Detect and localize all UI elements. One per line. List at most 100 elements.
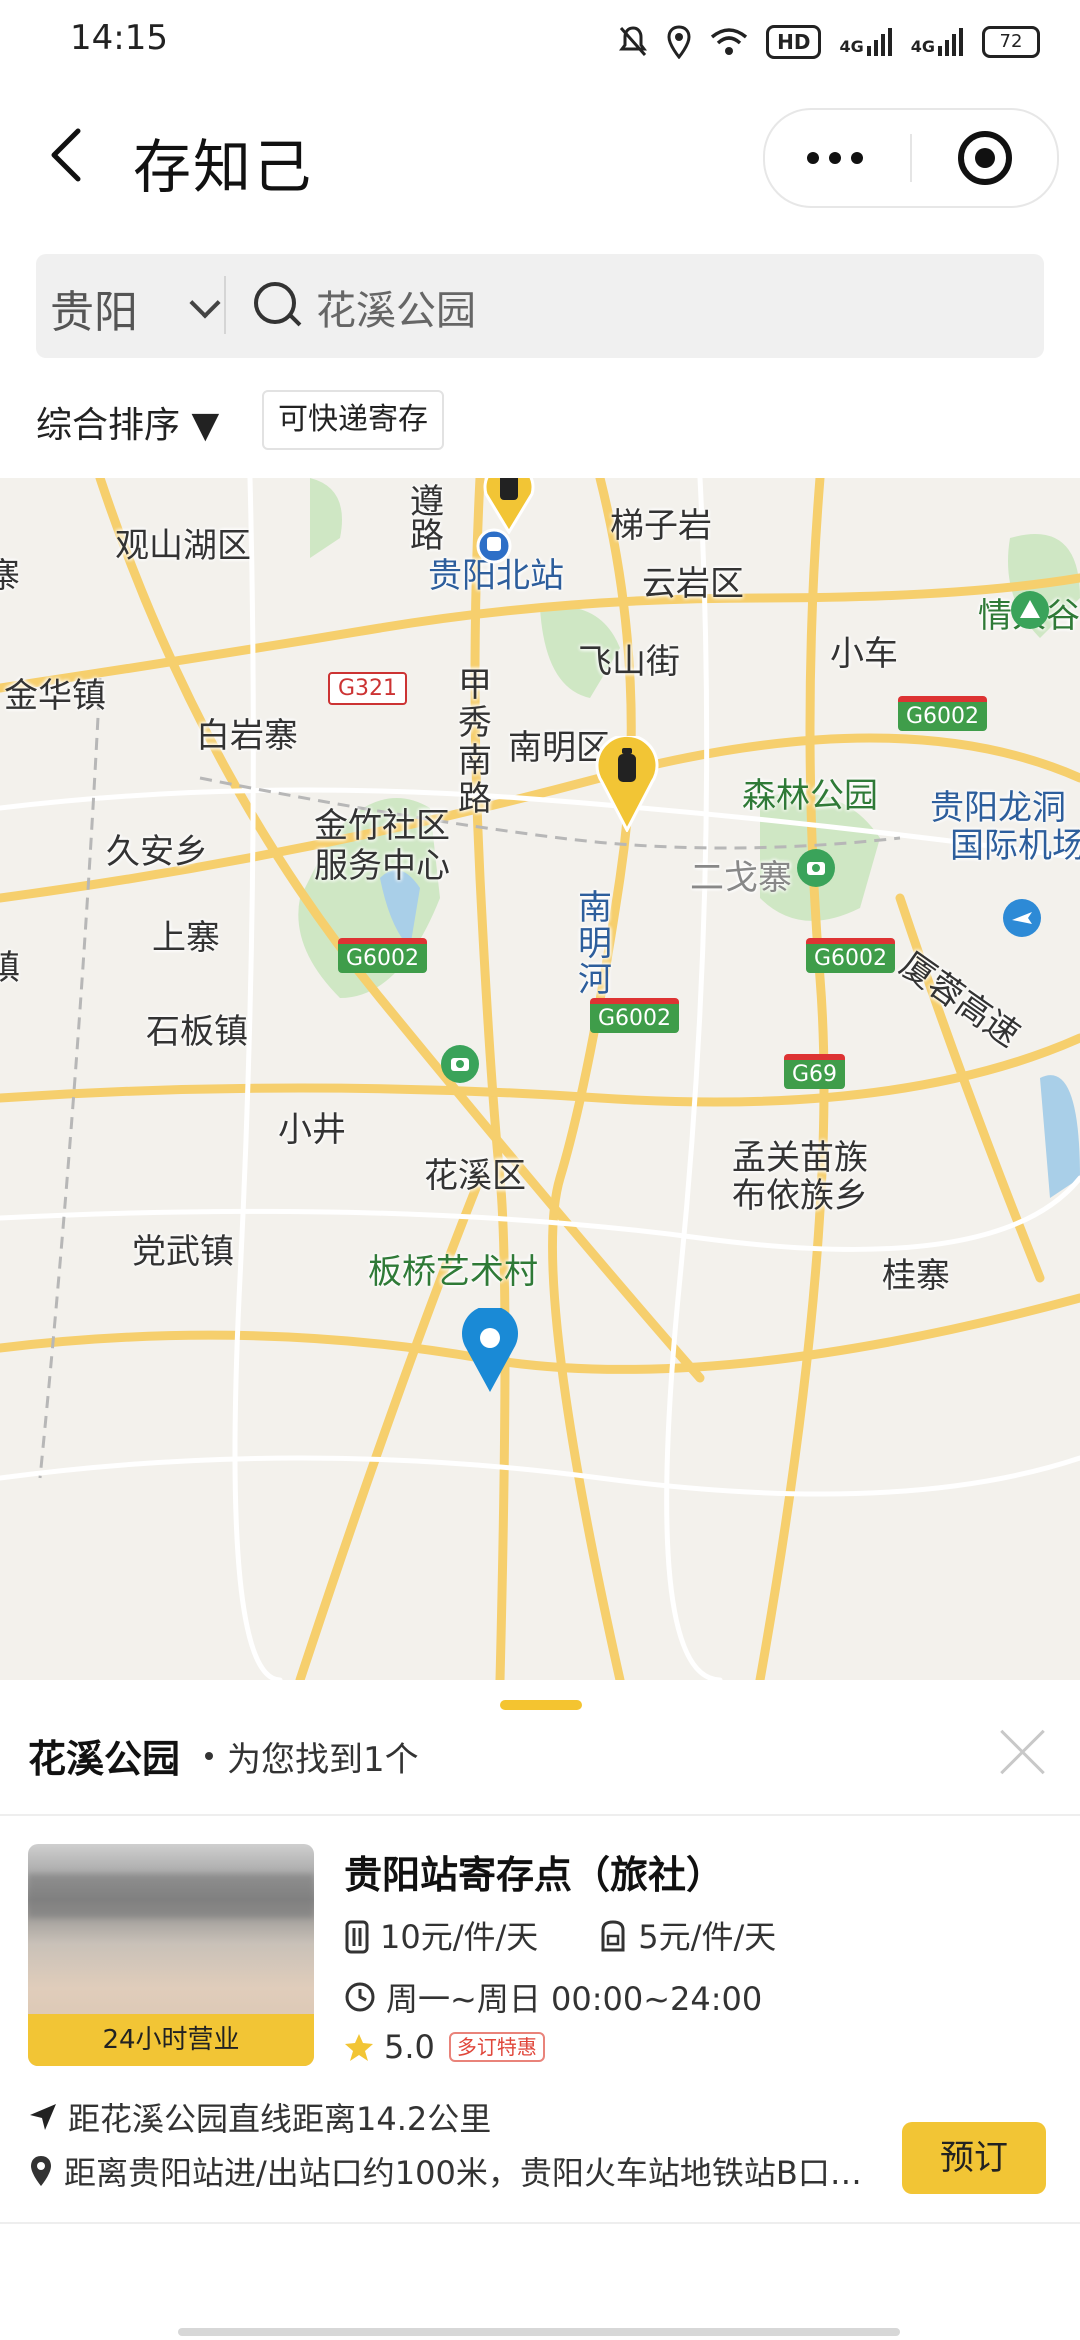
status-time: 14:15 bbox=[70, 18, 168, 58]
road-shield: G6002 bbox=[898, 696, 988, 731]
mini-program-capsule bbox=[763, 108, 1059, 208]
net-type-1: 4G bbox=[839, 37, 864, 56]
search-icon bbox=[254, 282, 296, 324]
results-sheet: 花溪公园 为您找到1个 24小时营业 贵阳站寄存点（旅社） 10元/件/天 5元… bbox=[0, 1682, 1080, 2340]
map-label: 二戈寨 bbox=[690, 858, 792, 898]
luggage-large-icon bbox=[345, 1920, 369, 1954]
signal-bars-icon bbox=[938, 28, 963, 56]
map-label: 镇 bbox=[0, 948, 20, 988]
search-divider bbox=[224, 276, 226, 334]
navigation-arrow-icon bbox=[30, 2104, 56, 2130]
target-icon[interactable] bbox=[958, 131, 1012, 185]
sort-dropdown[interactable]: 综合排序 ▼ bbox=[36, 396, 219, 448]
road-shield: G6002 bbox=[806, 938, 896, 973]
map-label: 桂寨 bbox=[882, 1256, 950, 1296]
divider bbox=[0, 2222, 1080, 2224]
city-selector[interactable]: 贵阳 bbox=[50, 276, 138, 340]
store-thumbnail[interactable]: 24小时营业 bbox=[28, 1844, 314, 2066]
road-shield: G6002 bbox=[338, 938, 428, 973]
map-label: 小车 bbox=[830, 634, 898, 674]
map-label: 上寨 bbox=[152, 918, 220, 958]
more-dots-icon[interactable] bbox=[807, 152, 863, 164]
thumbnail-blur bbox=[28, 1874, 314, 1918]
chevron-down-icon[interactable] bbox=[189, 287, 221, 319]
map-label: 小井 bbox=[278, 1110, 346, 1150]
result-count: 为您找到1个 bbox=[227, 1740, 419, 1780]
road-shield: G69 bbox=[784, 1054, 846, 1089]
scenic-icon bbox=[441, 1045, 479, 1083]
open-hours-badge: 24小时营业 bbox=[28, 2014, 314, 2066]
divider bbox=[0, 1814, 1080, 1816]
airport-icon bbox=[1003, 899, 1041, 937]
map-label: 南明河 bbox=[578, 888, 612, 1000]
signal-bars-icon bbox=[866, 28, 892, 56]
capsule-divider bbox=[910, 134, 912, 182]
backpack-icon bbox=[601, 1920, 625, 1952]
result-place: 花溪公园 bbox=[28, 1737, 181, 1781]
gesture-bar[interactable] bbox=[178, 2328, 900, 2336]
map-label: 服务中心 bbox=[314, 846, 450, 886]
map-label: 久安乡 bbox=[106, 832, 208, 872]
rating-value: 5.0 bbox=[384, 2028, 435, 2066]
location-icon bbox=[667, 25, 691, 59]
page-title: 存知己 bbox=[133, 133, 314, 201]
map-label: 路 bbox=[410, 516, 444, 556]
wifi-icon bbox=[711, 28, 748, 55]
train-station-icon bbox=[476, 528, 512, 564]
map-label: 布依族乡 bbox=[732, 1176, 868, 1216]
price-row: 10元/件/天 5元/件/天 bbox=[344, 1912, 776, 1958]
map-label: 云岩区 bbox=[642, 564, 744, 604]
close-icon[interactable] bbox=[1000, 1728, 1046, 1774]
map-view[interactable]: 观山湖区 梯子岩 贵阳北站 云岩区 小车 情人谷 金华镇 白岩寨 甲秀南路 飞山… bbox=[0, 478, 1080, 1680]
scenic-icon bbox=[1011, 591, 1049, 629]
express-storage-filter[interactable]: 可快递寄存 bbox=[262, 390, 444, 450]
mute-bell-icon bbox=[619, 26, 648, 56]
clock-icon bbox=[345, 1982, 375, 2012]
road-shield: G321 bbox=[328, 672, 408, 705]
map-roads bbox=[0, 478, 1080, 1680]
map-label: 寨 bbox=[0, 556, 20, 596]
map-label: 白岩寨 bbox=[196, 716, 298, 756]
book-button[interactable]: 预订 bbox=[902, 2122, 1046, 2194]
map-label: 石板镇 bbox=[146, 1012, 248, 1052]
signal-2: 4G bbox=[911, 28, 964, 56]
location-pin-icon[interactable] bbox=[458, 1308, 522, 1394]
net-type-2: 4G bbox=[910, 37, 935, 56]
distance-text: 距花溪公园直线距离14.2公里 bbox=[68, 2100, 492, 2138]
map-label: 党武镇 bbox=[132, 1232, 234, 1272]
star-icon bbox=[345, 2034, 373, 2061]
hours-row: 周一~周日 00:00~24:00 bbox=[344, 1974, 762, 2020]
status-icons: HD 4G 4G 72 bbox=[618, 20, 1040, 64]
search-bar: 贵阳 花溪公园 bbox=[36, 254, 1044, 358]
map-label: 板桥艺术村 bbox=[368, 1252, 538, 1292]
search-input[interactable]: 花溪公园 bbox=[316, 278, 476, 336]
back-arrow-icon[interactable] bbox=[44, 125, 88, 185]
road-shield: G6002 bbox=[590, 998, 680, 1033]
map-label: 金华镇 bbox=[4, 676, 106, 716]
map-label: 甲秀南路 bbox=[458, 665, 492, 819]
signal-1: 4G bbox=[839, 28, 892, 56]
map-label: 花溪区 bbox=[424, 1156, 526, 1196]
address-row: 距离贵阳站进/出站口约100米，贵阳火车站地铁站B口… bbox=[28, 2148, 862, 2194]
park-icon bbox=[797, 849, 835, 887]
storage-marker-icon[interactable] bbox=[464, 478, 554, 534]
store-hours: 周一~周日 00:00~24:00 bbox=[386, 1980, 763, 2018]
map-label: 飞山街 bbox=[578, 642, 680, 682]
price-large: 10元/件/天 bbox=[380, 1918, 539, 1956]
battery-indicator: 72 bbox=[982, 26, 1040, 58]
location-pin-small-icon bbox=[31, 2156, 51, 2186]
map-label: 观山湖区 bbox=[115, 526, 251, 566]
separator-dot bbox=[205, 1752, 213, 1760]
storage-marker-icon[interactable] bbox=[592, 736, 662, 832]
hd-badge: HD bbox=[766, 25, 822, 59]
address-text: 距离贵阳站进/出站口约100米，贵阳火车站地铁站B口… bbox=[64, 2154, 862, 2192]
map-label: 梯子岩 bbox=[610, 506, 712, 546]
store-name[interactable]: 贵阳站寄存点（旅社） bbox=[344, 1844, 724, 1899]
map-label: 森林公园 bbox=[742, 776, 878, 816]
rating-row: 5.0 多订特惠 bbox=[344, 2028, 545, 2066]
promo-badge: 多订特惠 bbox=[448, 2032, 545, 2062]
distance-row: 距花溪公园直线距离14.2公里 bbox=[28, 2094, 491, 2140]
price-small: 5元/件/天 bbox=[638, 1918, 777, 1956]
sheet-drag-handle[interactable] bbox=[500, 1700, 582, 1710]
map-label: 国际机场 bbox=[950, 826, 1080, 866]
